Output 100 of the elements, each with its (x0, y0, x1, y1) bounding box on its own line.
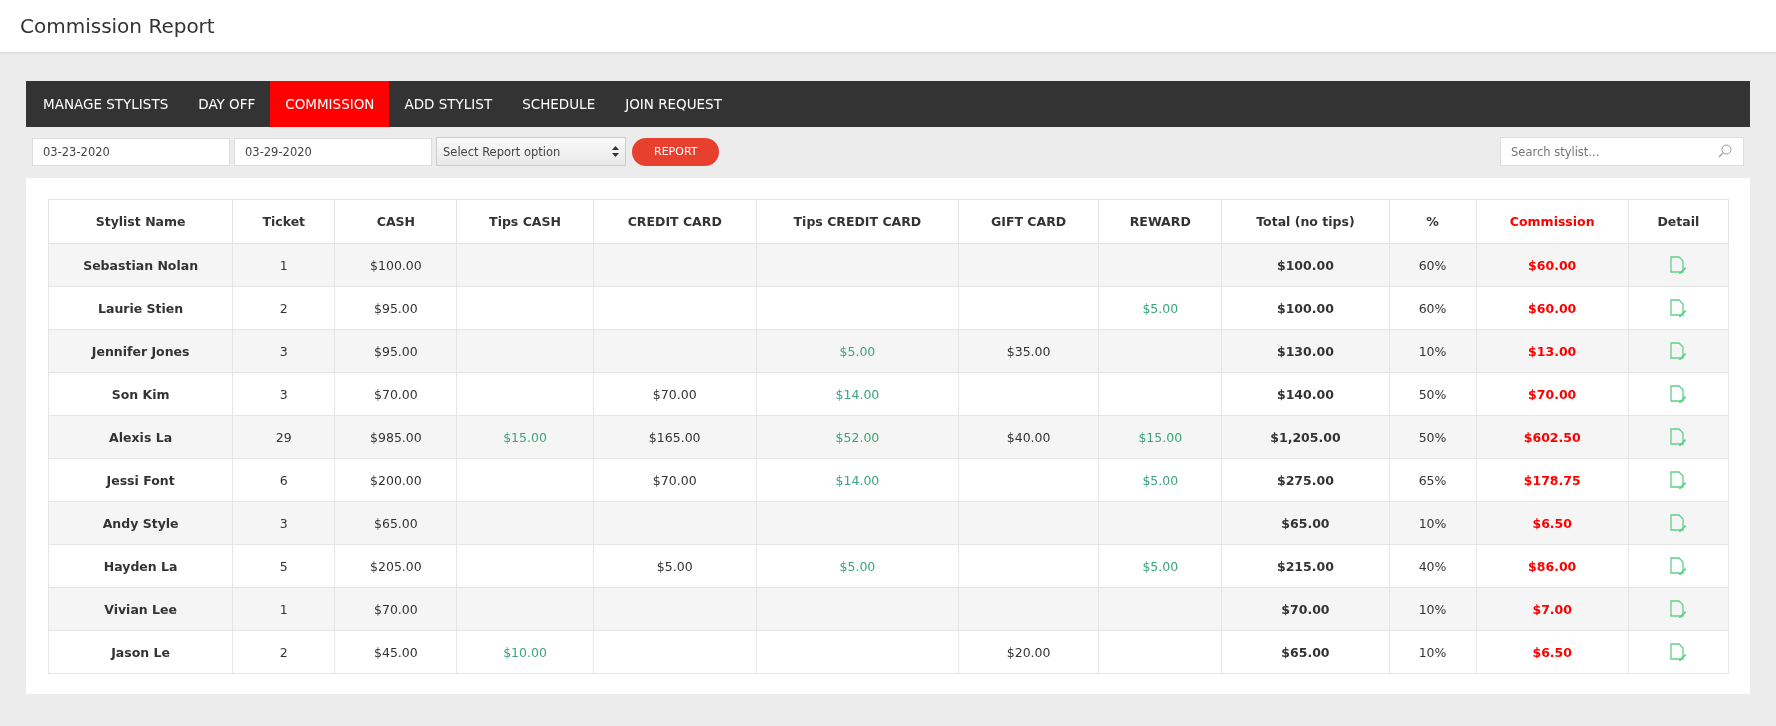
end-date-field[interactable]: 03-29-2020 (234, 137, 432, 166)
table-cell: Hayden La (103, 558, 178, 574)
table-cell: 50% (1418, 429, 1447, 445)
table-cell: Jennifer Jones (91, 343, 190, 359)
table-cell: $45.00 (374, 644, 418, 660)
edit-document-icon[interactable] (1669, 514, 1687, 532)
column-header: Total (no tips) (1221, 199, 1390, 244)
table-cell: $65.00 (374, 515, 418, 531)
table-cell: 3 (279, 515, 288, 531)
column-header: Commission (1476, 199, 1629, 244)
table-cell: $5.00 (1142, 558, 1179, 574)
edit-document-icon[interactable] (1669, 256, 1687, 274)
table-cell: 3 (279, 386, 288, 402)
edit-document-icon[interactable] (1669, 600, 1687, 618)
table-cell: $10.00 (503, 644, 547, 660)
table-cell: $5.00 (839, 343, 876, 359)
table-cell: $200.00 (370, 472, 422, 488)
table-cell: 2 (279, 644, 288, 660)
table-cell: $13.00 (1528, 343, 1577, 359)
edit-document-icon[interactable] (1669, 643, 1687, 661)
table-cell: $100.00 (1276, 300, 1334, 316)
table-cell: $60.00 (1528, 300, 1577, 316)
start-date-field[interactable]: 03-23-2020 (32, 137, 230, 166)
table-cell: $6.50 (1532, 644, 1572, 660)
table-cell: $6.50 (1532, 515, 1572, 531)
table-cell: 10% (1418, 515, 1447, 531)
column-header: CREDIT CARD (593, 199, 757, 244)
edit-document-icon[interactable] (1669, 299, 1687, 317)
table-cell: $35.00 (1006, 343, 1051, 359)
report-button[interactable]: REPORT (632, 137, 720, 166)
table-cell: 6 (279, 472, 288, 488)
table-cell: 60% (1418, 257, 1447, 273)
nav-tab[interactable]: DAY OFF (183, 81, 271, 127)
table-cell: $70.00 (374, 386, 418, 402)
table-cell: 10% (1418, 343, 1447, 359)
edit-document-icon[interactable] (1669, 342, 1687, 360)
table-cell: 1 (279, 601, 288, 617)
table-cell: $7.00 (1532, 601, 1572, 617)
table-cell: 3 (279, 343, 288, 359)
table-cell: $178.75 (1523, 472, 1581, 488)
table-cell: $602.50 (1523, 429, 1581, 445)
edit-document-icon[interactable] (1669, 428, 1687, 446)
nav-tab[interactable]: ADD STYLIST (389, 81, 508, 127)
table-cell: 29 (275, 429, 292, 445)
column-header: Stylist Name (48, 199, 233, 244)
column-header: Tips CREDIT CARD (756, 199, 959, 244)
table-cell: $15.00 (1138, 429, 1183, 445)
table-cell: 60% (1418, 300, 1447, 316)
table-cell: 65% (1418, 472, 1447, 488)
column-header: GIFT CARD (958, 199, 1099, 244)
table-cell: $985.00 (370, 429, 422, 445)
table-cell: $70.00 (1281, 601, 1330, 617)
edit-document-icon[interactable] (1669, 385, 1687, 403)
edit-document-icon[interactable] (1669, 471, 1687, 489)
table-cell: $86.00 (1528, 558, 1577, 574)
nav-tab[interactable]: JOIN REQUEST (610, 81, 737, 127)
table-cell: 10% (1418, 644, 1447, 660)
table-cell: $70.00 (374, 601, 418, 617)
table-cell: 2 (279, 300, 288, 316)
table-cell: 10% (1418, 601, 1447, 617)
table-cell: Vivian Lee (104, 601, 177, 617)
table-cell: $14.00 (835, 472, 880, 488)
nav-tab[interactable]: MANAGE STYLISTS (28, 81, 184, 127)
table-cell: $100.00 (370, 257, 422, 273)
page-title: Commission Report (20, 14, 215, 38)
table-cell: Andy Style (102, 515, 179, 531)
column-header: Ticket (232, 199, 335, 244)
search-icon (1718, 144, 1732, 158)
table-cell: $5.00 (656, 558, 693, 574)
nav-tab[interactable]: SCHEDULE (507, 81, 611, 127)
table-cell: 1 (279, 257, 288, 273)
report-option-select[interactable]: Select Report option (436, 137, 626, 166)
table-cell: $70.00 (652, 472, 697, 488)
table-cell: $95.00 (374, 343, 418, 359)
table-cell: $205.00 (370, 558, 422, 574)
table-cell: $70.00 (652, 386, 697, 402)
table-cell: $5.00 (1142, 300, 1179, 316)
table-cell: $65.00 (1281, 515, 1330, 531)
column-header: % (1389, 199, 1477, 244)
table-cell: 5 (279, 558, 288, 574)
table-cell: $60.00 (1528, 257, 1577, 273)
table-cell: $165.00 (648, 429, 701, 445)
table-cell: $130.00 (1276, 343, 1334, 359)
table-cell: $14.00 (835, 386, 880, 402)
table-cell: $5.00 (1142, 472, 1179, 488)
table-cell: 50% (1418, 386, 1447, 402)
table-cell: $15.00 (503, 429, 547, 445)
table-cell: $215.00 (1276, 558, 1334, 574)
column-header: Tips CASH (456, 199, 594, 244)
table-cell: Laurie Stien (98, 300, 184, 316)
table-cell: $20.00 (1006, 644, 1051, 660)
nav-tab[interactable]: COMMISSION (270, 81, 390, 127)
table-cell: $1,205.00 (1270, 429, 1341, 445)
table-cell: $275.00 (1276, 472, 1334, 488)
table-cell: Son Kim (111, 386, 170, 402)
table-cell: Jason Le (111, 644, 170, 660)
column-header: CASH (334, 199, 457, 244)
column-header: REWARD (1098, 199, 1222, 244)
edit-document-icon[interactable] (1669, 557, 1687, 575)
search-field[interactable]: Search stylist... (1500, 137, 1744, 166)
